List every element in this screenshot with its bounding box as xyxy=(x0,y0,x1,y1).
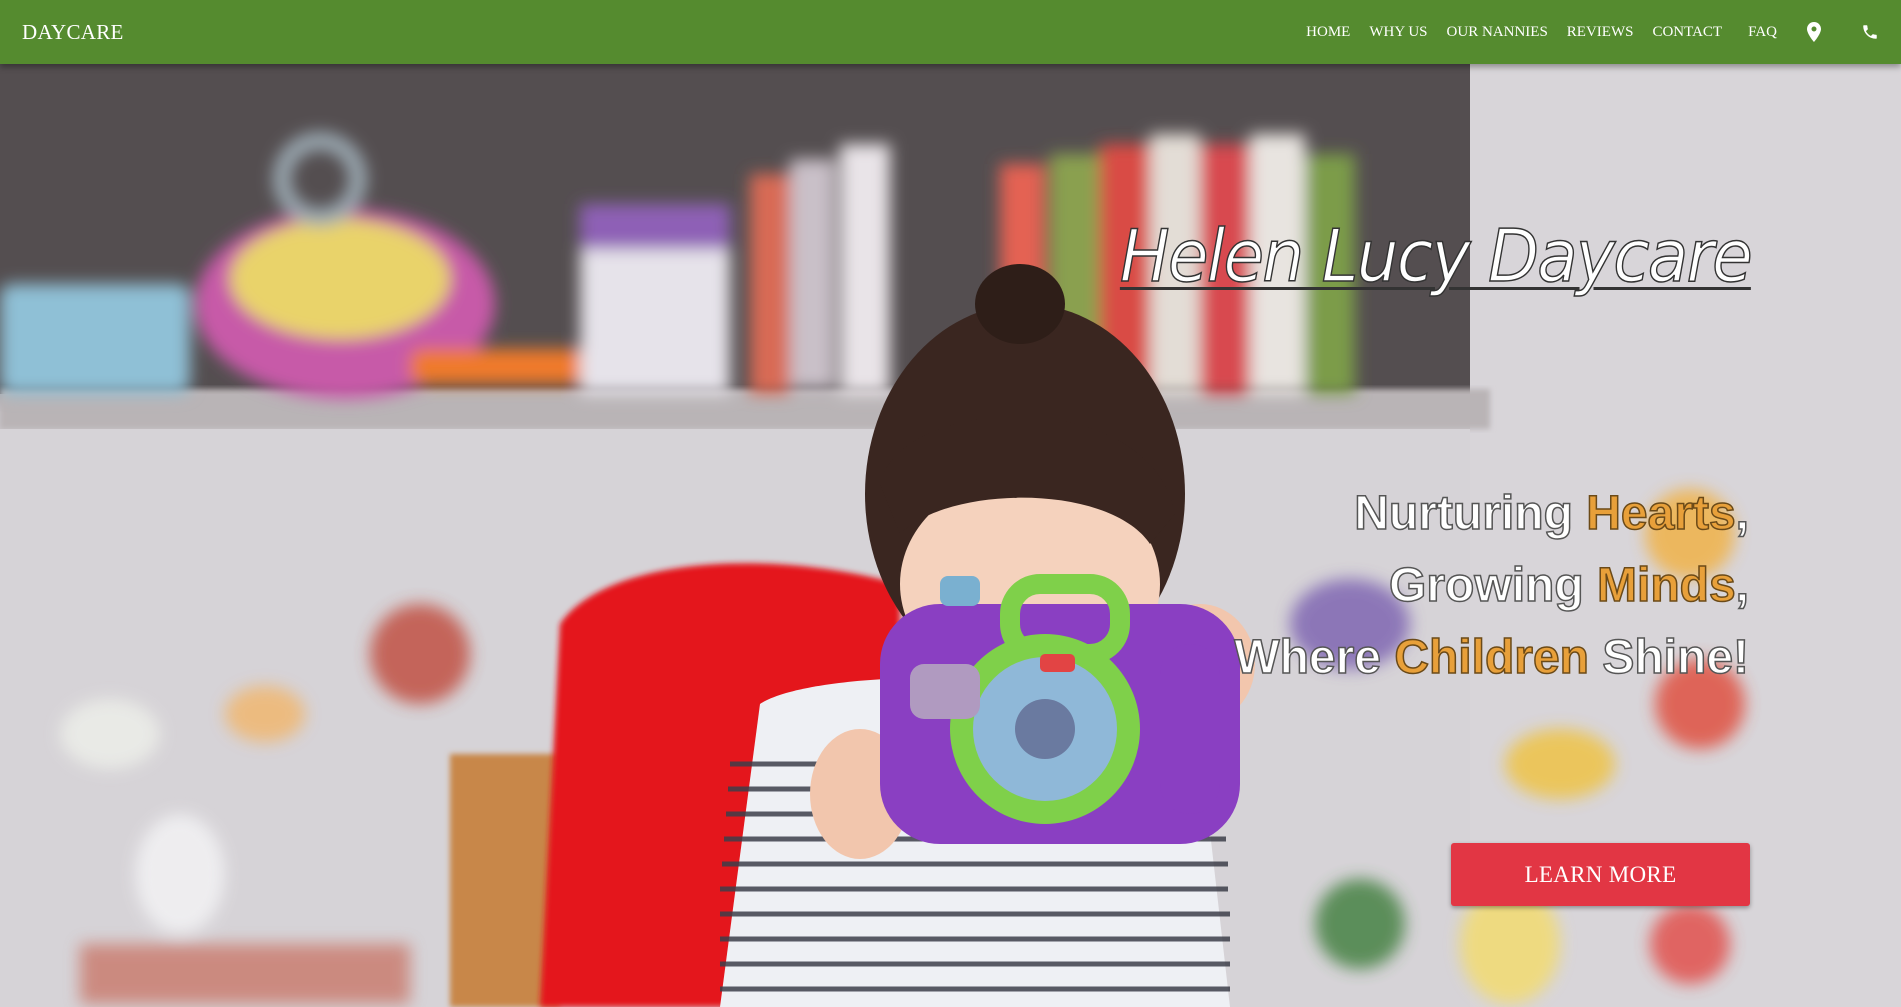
hero-title: Helen Lucy Daycare xyxy=(1119,213,1753,299)
nav-link-reviews[interactable]: REVIEWS xyxy=(1567,24,1634,41)
tagline-text: , xyxy=(1735,558,1750,613)
tagline-line-2: Growing Minds, xyxy=(1234,550,1750,622)
tagline-line-1: Nurturing Hearts, xyxy=(1234,478,1750,550)
navbar: DAYCARE HOME WHY US OUR NANNIES REVIEWS … xyxy=(0,0,1901,64)
nav-link-faq[interactable]: FAQ xyxy=(1748,24,1777,41)
hero-section: Helen Lucy Daycare Nurturing Hearts, Gro… xyxy=(0,64,1901,1007)
nav-link-why-us[interactable]: WHY US xyxy=(1369,24,1427,41)
tagline-line-3: Where Children Shine! xyxy=(1234,622,1750,694)
nav-links: HOME WHY US OUR NANNIES REVIEWS CONTACT … xyxy=(1287,0,1881,64)
hero-tagline: Nurturing Hearts, Growing Minds, Where C… xyxy=(1234,478,1750,694)
nav-link-our-nannies[interactable]: OUR NANNIES xyxy=(1447,24,1548,41)
tagline-accent-minds: Minds xyxy=(1596,558,1736,613)
nav-link-contact[interactable]: CONTACT xyxy=(1652,24,1722,41)
tagline-accent-hearts: Hearts xyxy=(1585,486,1736,541)
tagline-text: , xyxy=(1735,486,1750,541)
tagline-text: Shine! xyxy=(1588,630,1750,685)
nav-link-home[interactable]: HOME xyxy=(1306,24,1350,41)
brand-logo[interactable]: DAYCARE xyxy=(22,20,124,45)
learn-more-button[interactable]: LEARN MORE xyxy=(1451,843,1750,906)
map-marker-icon[interactable] xyxy=(1803,21,1825,43)
tagline-accent-children: Children xyxy=(1394,630,1590,685)
tagline-text: Nurturing xyxy=(1354,486,1587,541)
tagline-text: Growing xyxy=(1388,558,1597,613)
tagline-text: Where xyxy=(1234,630,1395,685)
phone-icon[interactable] xyxy=(1859,21,1881,43)
